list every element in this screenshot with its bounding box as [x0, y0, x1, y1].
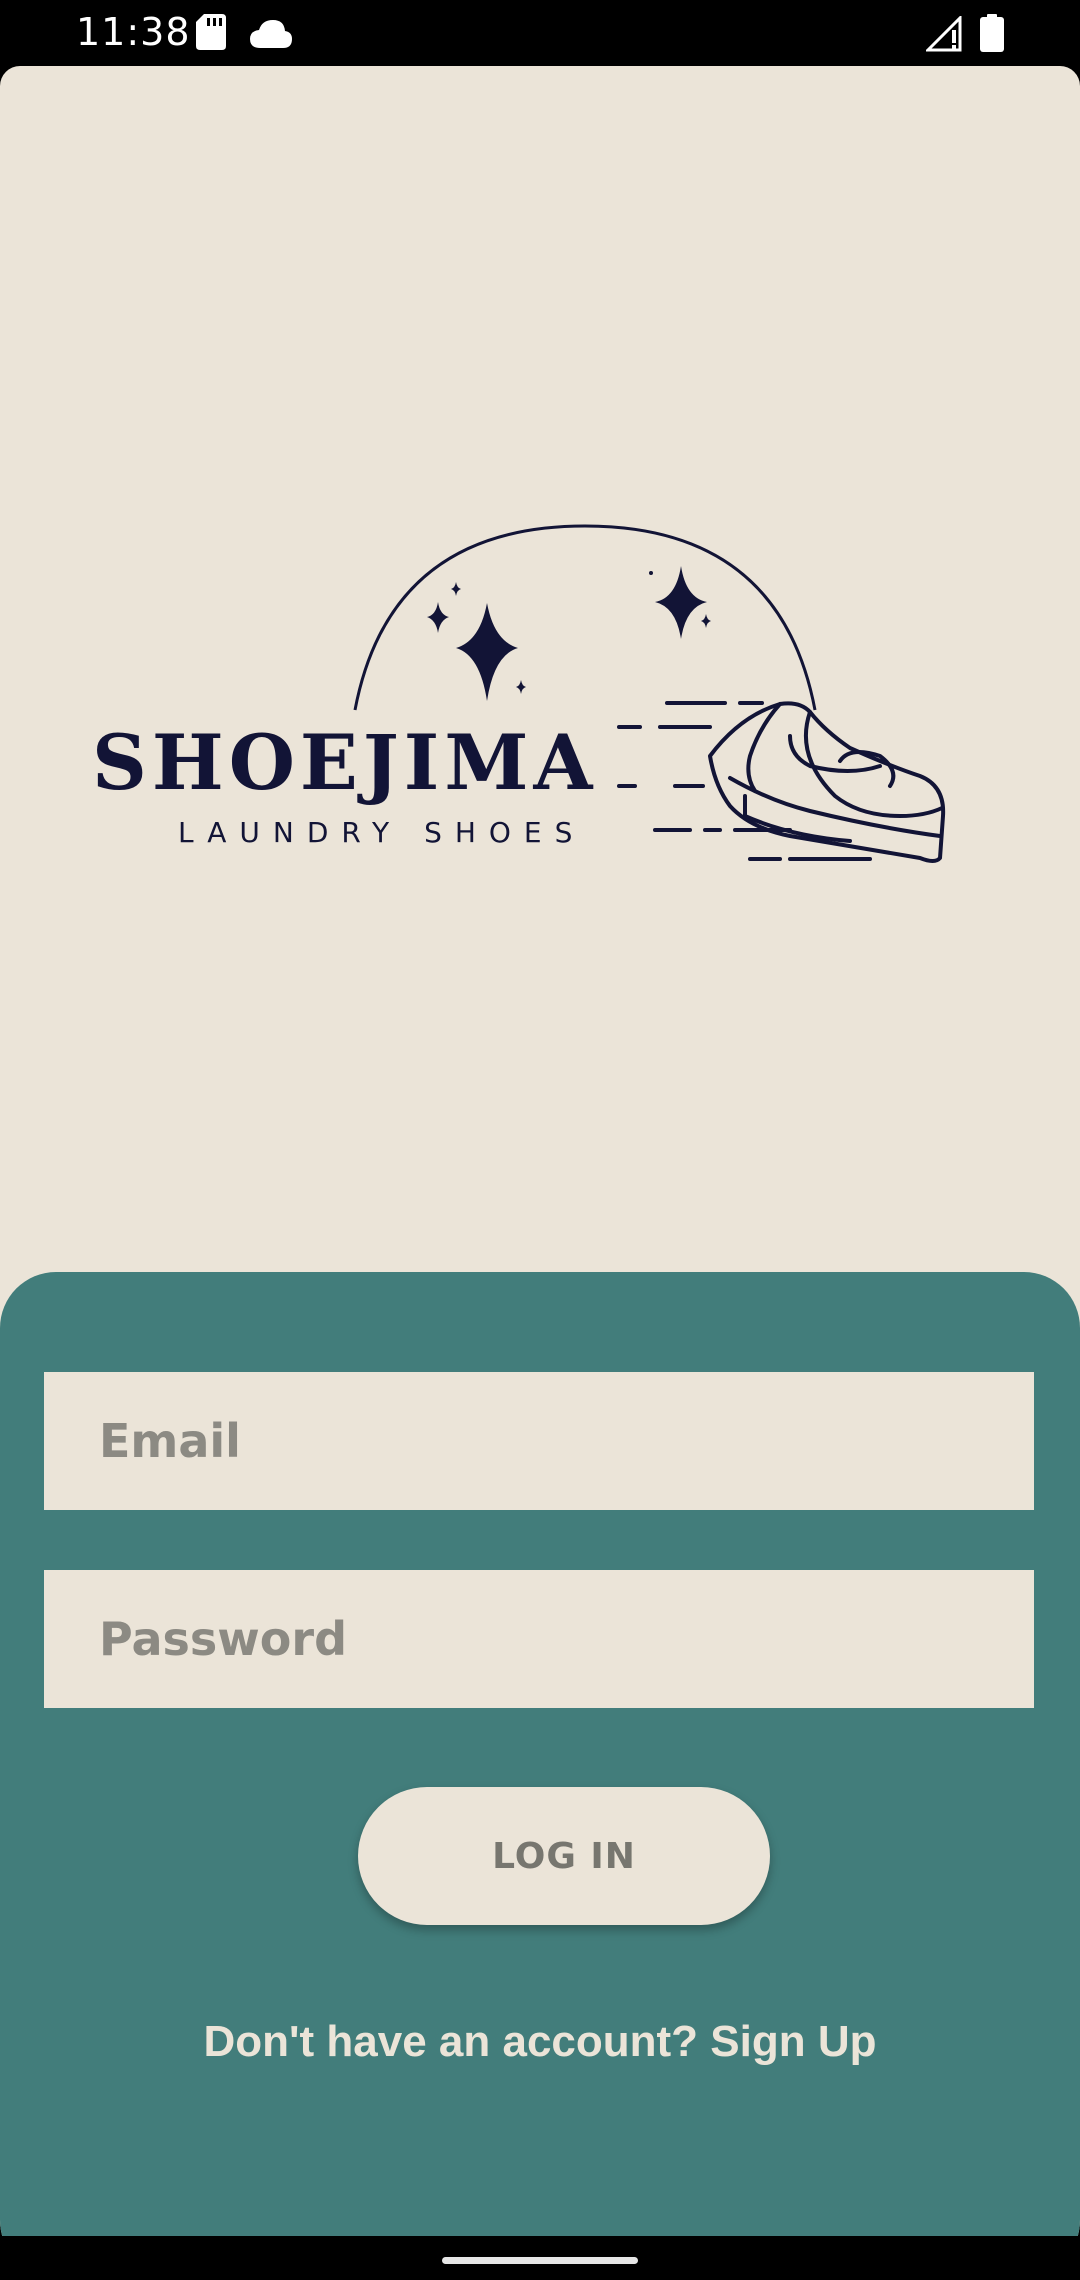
sd-card-icon: [196, 14, 226, 55]
brand-logo: SHOEJIMA LAUNDRY SHOES: [90, 456, 960, 886]
brand-tagline: LAUNDRY SHOES: [178, 816, 586, 849]
battery-icon: [980, 14, 1004, 57]
email-placeholder: Email: [99, 1414, 241, 1468]
brand-name: SHOEJIMA: [92, 718, 598, 807]
phone-screen: 11:38 SHOEJIMA LAUNDRY SHOES Email Passw…: [0, 0, 1080, 2280]
home-handle[interactable]: [442, 2257, 638, 2264]
signal-icon: [924, 14, 962, 57]
login-button[interactable]: LOG IN: [358, 1787, 770, 1925]
signup-link[interactable]: Don't have an account? Sign Up: [0, 2017, 1080, 2067]
password-placeholder: Password: [99, 1612, 347, 1666]
cloud-icon: [250, 20, 292, 53]
login-panel: Email Password: [0, 1272, 1080, 2236]
password-field[interactable]: Password: [44, 1570, 1034, 1708]
status-bar: 11:38: [0, 0, 1080, 66]
email-field[interactable]: Email: [44, 1372, 1034, 1510]
status-time: 11:38: [76, 10, 191, 54]
